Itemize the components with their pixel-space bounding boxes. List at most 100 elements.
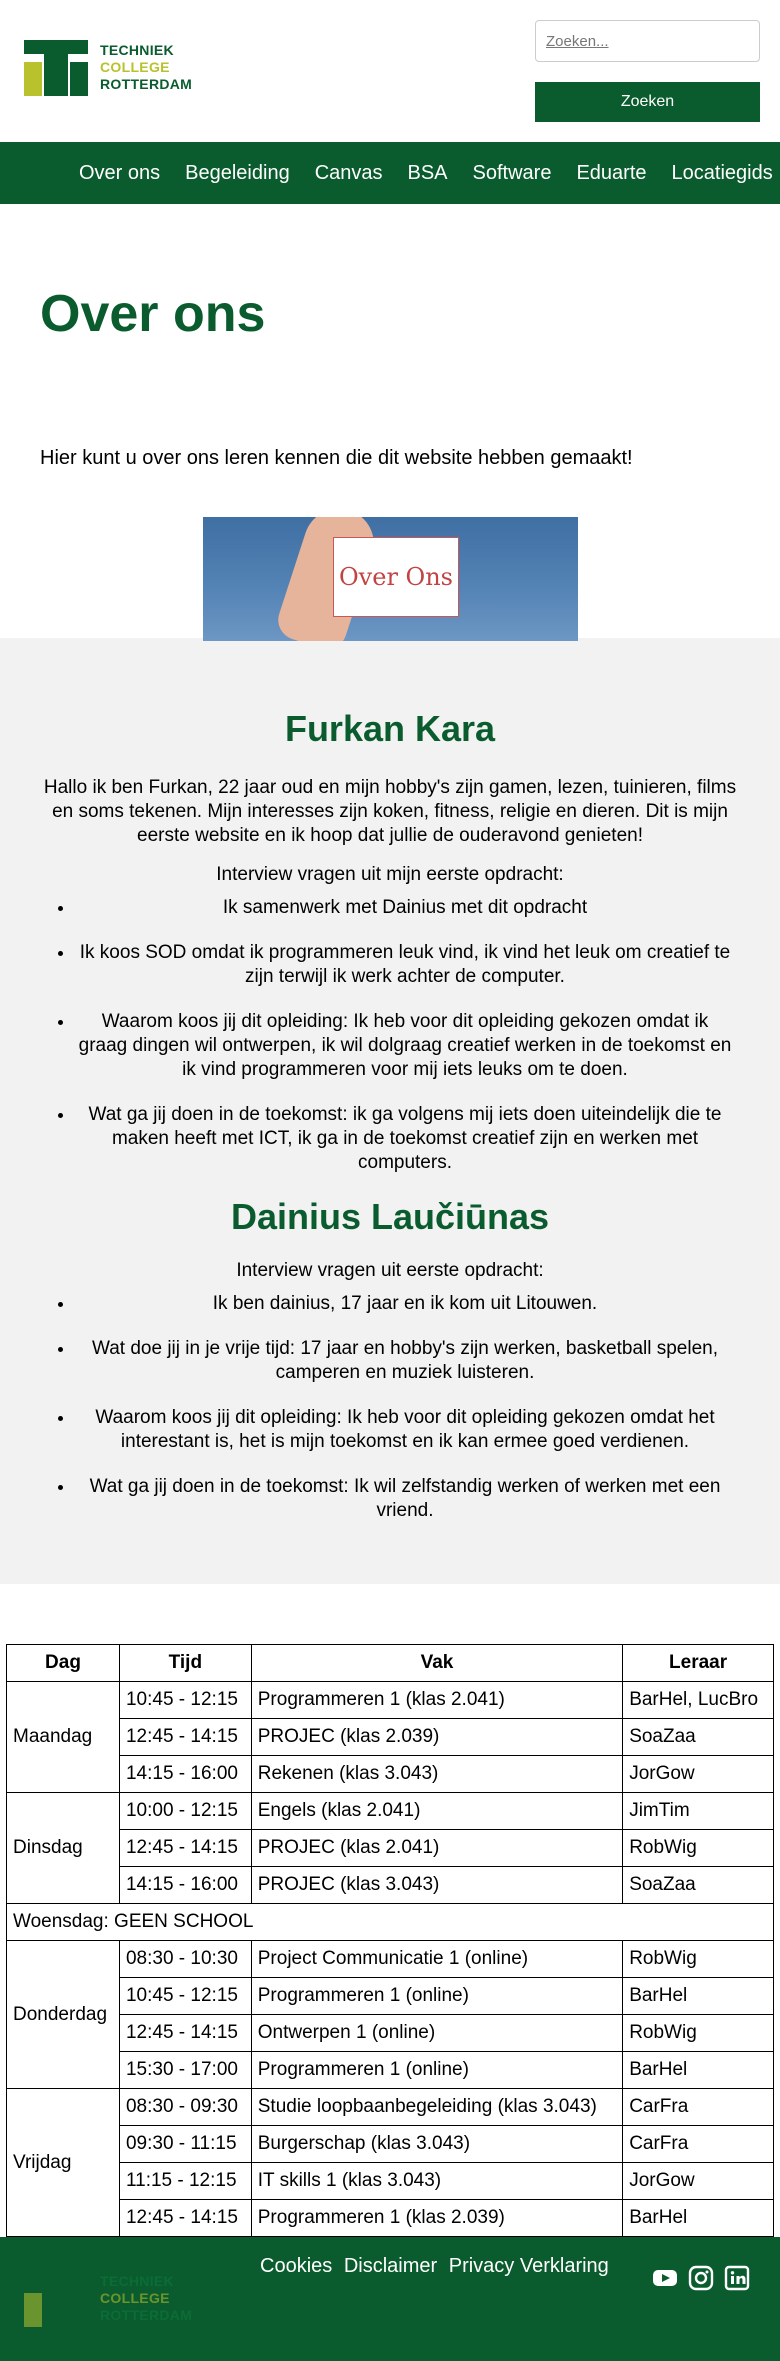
logo-mark <box>24 40 88 96</box>
time-cell: 10:45 - 12:15 <box>118 1977 252 2015</box>
social-links <box>652 2265 750 2291</box>
member-name: Furkan Kara <box>284 708 496 749</box>
table-row: Maandag 10:45 - 12:15 Programmeren 1 (kl… <box>6 1681 774 1793</box>
search-button[interactable]: Zoeken <box>535 82 760 122</box>
site-logo[interactable]: TECHNIEK COLLEGE ROTTERDAM <box>24 40 204 98</box>
footer-logo-mark <box>24 2271 88 2327</box>
table-row: 12:45 - 14:15 Programmeren 1 (klas 2.039… <box>7 2199 774 2237</box>
subject-cell: Rekenen (klas 3.043) <box>250 1755 624 1793</box>
table-row: 14:15 - 16:00 PROJEC (klas 3.043) SoaZaa <box>7 1866 774 1904</box>
time-cell: 11:15 - 12:15 <box>118 2162 252 2200</box>
header-leraar: Leraar <box>622 1644 774 1682</box>
footer-logo[interactable]: TECHNIEK COLLEGE ROTTERDAM <box>24 2271 204 2329</box>
time-cell: 12:45 - 14:15 <box>118 2199 252 2237</box>
subject-cell: Programmeren 1 (klas 2.039) <box>250 2199 624 2237</box>
footer-logo-line-1: TECHNIEK <box>100 2273 174 2289</box>
subject-cell: Programmeren 1 (online) <box>250 2051 624 2089</box>
nav-item-canvas[interactable]: Canvas <box>315 162 383 185</box>
schedule-table: Dag Tijd Vak Leraar Maandag 10:45 - 12:1… <box>6 1644 774 2237</box>
subject-cell: Programmeren 1 (online) <box>250 1977 624 2015</box>
page-title: Over ons <box>40 285 266 343</box>
footer-logo-text: TECHNIEK COLLEGE ROTTERDAM <box>100 2273 192 2324</box>
logo-text: TECHNIEK COLLEGE ROTTERDAM <box>100 42 192 93</box>
time-cell: 14:15 - 16:00 <box>118 1755 252 1793</box>
nav-item-bsa[interactable]: BSA <box>408 162 448 185</box>
disclaimer-link[interactable]: Disclaimer <box>344 2255 437 2277</box>
subject-cell: Studie loopbaanbegeleiding (klas 3.043) <box>250 2088 624 2126</box>
interview-lead: Interview vragen uit mijn eerste opdrach… <box>216 864 564 885</box>
time-cell: 10:00 - 12:15 <box>118 1792 252 1830</box>
table-row: 11:15 - 12:15 IT skills 1 (klas 3.043) J… <box>7 2162 774 2200</box>
footer-logo-line-2: COLLEGE <box>100 2290 170 2306</box>
time-cell: 12:45 - 14:15 <box>118 1829 252 1867</box>
nav-item-begeleiding[interactable]: Begeleiding <box>185 162 290 185</box>
teacher-cell: BarHel, LucBro <box>622 1681 774 1719</box>
table-row: Dinsdag 10:00 - 12:15 Engels (klas 2.041… <box>6 1792 774 1904</box>
table-row: Donderdag 08:30 - 10:30 Project Communic… <box>6 1940 774 2089</box>
nav-item-locatiegids[interactable]: Locatiegids <box>672 162 773 185</box>
list-item: Wat ga jij doen in de toekomst: ik ga vo… <box>75 1103 735 1175</box>
list-item: Ik samenwerk met Dainius met dit opdrach… <box>75 896 735 920</box>
teacher-cell: BarHel <box>622 1977 774 2015</box>
time-cell: 10:45 - 12:15 <box>118 1681 252 1719</box>
interview-list: Ik ben dainius, 17 jaar en ik kom uit Li… <box>45 1292 735 1523</box>
youtube-icon[interactable] <box>652 2265 678 2291</box>
teacher-cell: CarFra <box>622 2088 774 2126</box>
cookies-link[interactable]: Cookies <box>260 2255 332 2277</box>
time-cell: 14:15 - 16:00 <box>118 1866 252 1904</box>
list-item: Wat doe jij in je vrije tijd: 17 jaar en… <box>75 1337 735 1385</box>
privacy-link[interactable]: Privacy Verklaring <box>449 2255 609 2277</box>
subject-cell: Project Communicatie 1 (online) <box>250 1940 624 1978</box>
table-row: 14:15 - 16:00 Rekenen (klas 3.043) JorGo… <box>7 1755 774 1793</box>
over-ons-image: Over Ons <box>203 517 578 641</box>
instagram-icon[interactable] <box>688 2265 714 2291</box>
time-cell: 15:30 - 17:00 <box>118 2051 252 2089</box>
teacher-cell: SoaZaa <box>622 1718 774 1756</box>
list-item: Waarom koos jij dit opleiding: Ik heb vo… <box>75 1010 735 1082</box>
subject-cell: Ontwerpen 1 (online) <box>250 2014 624 2052</box>
nav-item-eduarte[interactable]: Eduarte <box>576 162 646 185</box>
table-row: 12:45 - 14:15 PROJEC (klas 2.041) RobWig <box>7 1829 774 1867</box>
site-footer: TECHNIEK COLLEGE ROTTERDAM Cookies Discl… <box>0 2237 780 2361</box>
time-cell: 08:30 - 10:30 <box>118 1940 252 1978</box>
logo-line-1: TECHNIEK <box>100 42 174 58</box>
interview-list: Ik samenwerk met Dainius met dit opdrach… <box>45 896 735 1175</box>
table-row: 15:30 - 17:00 Programmeren 1 (online) Ba… <box>7 2051 774 2089</box>
subject-cell: IT skills 1 (klas 3.043) <box>250 2162 624 2200</box>
intro-text: Hier kunt u over ons leren kennen die di… <box>40 447 633 469</box>
subject-cell: Burgerschap (klas 3.043) <box>250 2125 624 2163</box>
teacher-cell: JorGow <box>622 1755 774 1793</box>
teacher-cell: JimTim <box>622 1792 774 1830</box>
table-row: Woensdag: GEEN SCHOOL <box>6 1903 774 1941</box>
header-tijd: Tijd <box>118 1644 252 1682</box>
member-bio: Hallo ik ben Furkan, 22 jaar oud en mijn… <box>43 777 737 846</box>
list-item: Wat ga jij doen in de toekomst: Ik wil z… <box>75 1475 735 1523</box>
member-name: Dainius Laučiūnas <box>230 1196 550 1237</box>
subject-cell: Engels (klas 2.041) <box>250 1792 624 1830</box>
table-row: 09:30 - 11:15 Burgerschap (klas 3.043) C… <box>7 2125 774 2163</box>
main-nav: Over ons Begeleiding Canvas BSA Software… <box>0 142 780 204</box>
footer-links: Cookies Disclaimer Privacy Verklaring <box>260 2255 615 2278</box>
time-cell: 12:45 - 14:15 <box>118 1718 252 1756</box>
interview-lead: Interview vragen uit eerste opdracht: <box>236 1260 544 1281</box>
nav-item-software[interactable]: Software <box>473 162 552 185</box>
table-row: 12:45 - 14:15 PROJEC (klas 2.039) SoaZaa <box>7 1718 774 1756</box>
site-header: TECHNIEK COLLEGE ROTTERDAM Zoeken <box>0 0 780 142</box>
linkedin-icon[interactable] <box>724 2265 750 2291</box>
time-cell: 09:30 - 11:15 <box>118 2125 252 2163</box>
list-item: Ik koos SOD omdat ik programmeren leuk v… <box>75 941 735 989</box>
subject-cell: Programmeren 1 (klas 2.041) <box>250 1681 624 1719</box>
teacher-cell: BarHel <box>622 2199 774 2237</box>
teacher-cell: RobWig <box>622 1829 774 1867</box>
search-input[interactable] <box>535 20 760 62</box>
time-cell: 08:30 - 09:30 <box>118 2088 252 2126</box>
table-row: 12:45 - 14:15 Ontwerpen 1 (online) RobWi… <box>7 2014 774 2052</box>
nav-item-over-ons[interactable]: Over ons <box>79 162 160 185</box>
no-school-cell: Woensdag: GEEN SCHOOL <box>6 1903 774 1941</box>
logo-line-2: COLLEGE <box>100 59 170 75</box>
day-cell: Maandag <box>6 1681 120 1793</box>
teacher-cell: BarHel <box>622 2051 774 2089</box>
teacher-cell: JorGow <box>622 2162 774 2200</box>
teacher-cell: RobWig <box>622 2014 774 2052</box>
list-item: Ik ben dainius, 17 jaar en ik kom uit Li… <box>75 1292 735 1316</box>
